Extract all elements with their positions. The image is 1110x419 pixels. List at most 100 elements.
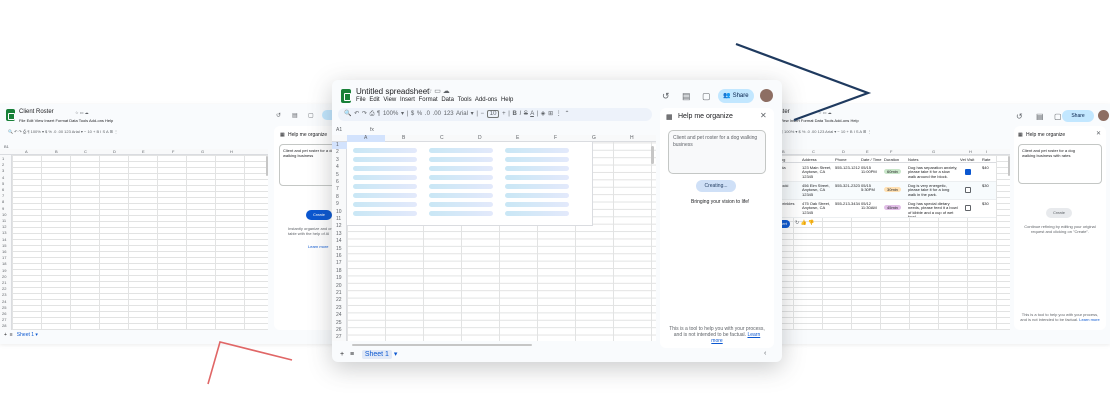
center-font[interactable]: Arial [456,111,468,117]
left-scrollbar[interactable] [266,156,268,176]
center-comment-icon[interactable]: ▤ [682,91,691,102]
left-col-b[interactable]: B [55,149,58,154]
center-italic-icon[interactable]: I [520,111,522,117]
left-row-label[interactable]: 8 [2,199,4,204]
center-fill-icon[interactable]: ◈ [541,111,546,117]
right-col-f[interactable]: F [890,149,892,154]
left-row-label[interactable]: 10 [2,212,6,217]
right-vet-checkbox[interactable] [965,205,971,211]
left-menu-help[interactable]: Help [105,118,113,123]
center-row-label[interactable]: 8 [336,194,339,200]
center-search-icon[interactable]: 🔍 [344,111,351,117]
center-row-label[interactable]: 14 [336,238,342,244]
right-cell-date[interactable]: 05/15 11:00PM [861,166,881,181]
center-percent-icon[interactable]: % [417,111,422,117]
left-row-label[interactable]: 16 [2,249,6,254]
left-menu-insert[interactable]: Insert [44,118,54,123]
center-row-label[interactable]: 21 [336,290,342,296]
center-menu-insert[interactable]: Insert [400,97,415,103]
center-row-label[interactable]: 12 [336,223,342,229]
center-h-scrollbar[interactable] [352,344,532,346]
center-col-label[interactable]: A [364,135,367,141]
left-row-label[interactable]: 2 [2,162,4,167]
center-row-label[interactable]: 5 [336,172,339,178]
center-row-label[interactable]: 2 [336,149,339,155]
right-share-button[interactable]: Share [1062,110,1094,122]
right-cell-address[interactable]: 456 Elm Street, Anytown, CA 12345 [802,184,832,199]
center-row-label[interactable]: 15 [336,246,342,252]
left-row-label[interactable]: 7 [2,193,4,198]
left-comment-icon[interactable]: ▤ [292,112,298,119]
left-row-label[interactable]: 27 [2,317,6,322]
center-menu-help[interactable]: Help [501,97,513,103]
left-add-sheet-icon[interactable]: + [4,332,7,338]
center-add-sheet-icon[interactable]: + [340,351,344,358]
left-row-label[interactable]: 14 [2,237,6,242]
left-menu-file[interactable]: File [19,118,25,123]
right-comment-icon[interactable]: ▤ [1036,112,1044,121]
center-row-label[interactable]: 11 [336,216,341,222]
left-grid[interactable] [0,149,268,330]
center-col-label[interactable]: B [402,135,405,141]
right-cell-duration-chip[interactable]: 30min [884,187,901,192]
left-row-label[interactable]: 3 [2,168,4,173]
left-menu-addons[interactable]: Add-ons [89,118,104,123]
right-scrollbar[interactable] [1008,156,1010,176]
center-prompt-box[interactable]: Client and pet roster for a dog walking … [668,130,766,174]
left-sheet-tab[interactable]: Sheet 1 [17,332,34,338]
right-cell-duration-chip[interactable]: 45min [884,205,901,210]
center-sheet-tab[interactable]: Sheet 1 [361,350,392,359]
left-row-label[interactable]: 15 [2,243,6,248]
right-cell-rate[interactable]: $30 [982,202,996,217]
center-panel-close-icon[interactable]: ✕ [760,111,767,120]
left-row-label[interactable]: 20 [2,274,6,279]
center-title-icons[interactable]: ☆ ▭ ☁ [426,87,450,95]
center-doc-title[interactable]: Untitled spreadsheet [356,87,429,96]
left-row-label[interactable]: 23 [2,292,6,297]
center-row-label[interactable]: 17 [336,260,342,266]
center-print-icon[interactable]: ⎙ [370,111,375,117]
right-col-b[interactable]: B [782,149,785,154]
right-cell-phone[interactable]: 555-213-3434 [835,202,860,217]
center-row-label[interactable]: 13 [336,231,342,237]
left-zoom[interactable]: 100% [31,129,41,134]
center-v-scrollbar[interactable] [651,146,654,164]
left-row-label[interactable]: 9 [2,206,4,211]
right-create-button[interactable]: Create [1046,208,1072,218]
center-row-label[interactable]: 16 [336,253,342,259]
right-cell-notes[interactable]: Dog has special dietary needs, please fe… [908,202,958,217]
center-row-label[interactable]: 9 [336,201,339,207]
center-row-label[interactable]: 22 [336,297,342,303]
center-explore-icon[interactable]: ‹ [764,350,766,357]
left-col-a[interactable]: A [25,149,28,154]
center-redo-icon[interactable]: ↷ [362,111,367,117]
left-doc-title[interactable]: Client Roster [19,109,54,115]
center-history-icon[interactable]: ↺ [662,91,670,102]
center-row-label[interactable]: 24 [336,312,342,318]
right-learn-more[interactable]: Learn more [1079,317,1099,322]
left-star-icon[interactable]: ☆ ▭ ☁ [75,110,89,115]
right-meet-icon[interactable]: ▢ [1054,112,1062,121]
right-vet-checkbox[interactable] [965,169,971,175]
left-menu-data[interactable]: Data [69,118,77,123]
center-name-box[interactable]: A1 [336,127,342,133]
center-menu-tools[interactable]: Tools [458,97,472,103]
center-col-label[interactable]: E [516,135,519,141]
center-menu-edit[interactable]: Edit [369,97,379,103]
center-meet-icon[interactable]: ▢ [702,91,711,102]
right-cell-phone[interactable]: 555-321-2323 [835,184,860,199]
left-row-label[interactable]: 4 [2,175,4,180]
right-history-icon[interactable]: ↺ [1016,112,1023,121]
left-col-h[interactable]: H [230,149,233,154]
center-row-label[interactable]: 27 [336,334,342,340]
right-cell-notes[interactable]: Dog is very energetic, please take it fo… [908,184,958,199]
center-menu-format[interactable]: Format [419,97,438,103]
center-col-label[interactable]: F [554,135,557,141]
left-row-label[interactable]: 19 [2,268,6,273]
right-col-i[interactable]: I [986,149,987,154]
center-number-format[interactable]: 123 [444,111,454,117]
left-row-label[interactable]: 25 [2,305,6,310]
center-col-label[interactable]: G [592,135,596,141]
right-panel-close-icon[interactable]: ✕ [1096,130,1101,137]
left-row-label[interactable]: 18 [2,261,6,266]
